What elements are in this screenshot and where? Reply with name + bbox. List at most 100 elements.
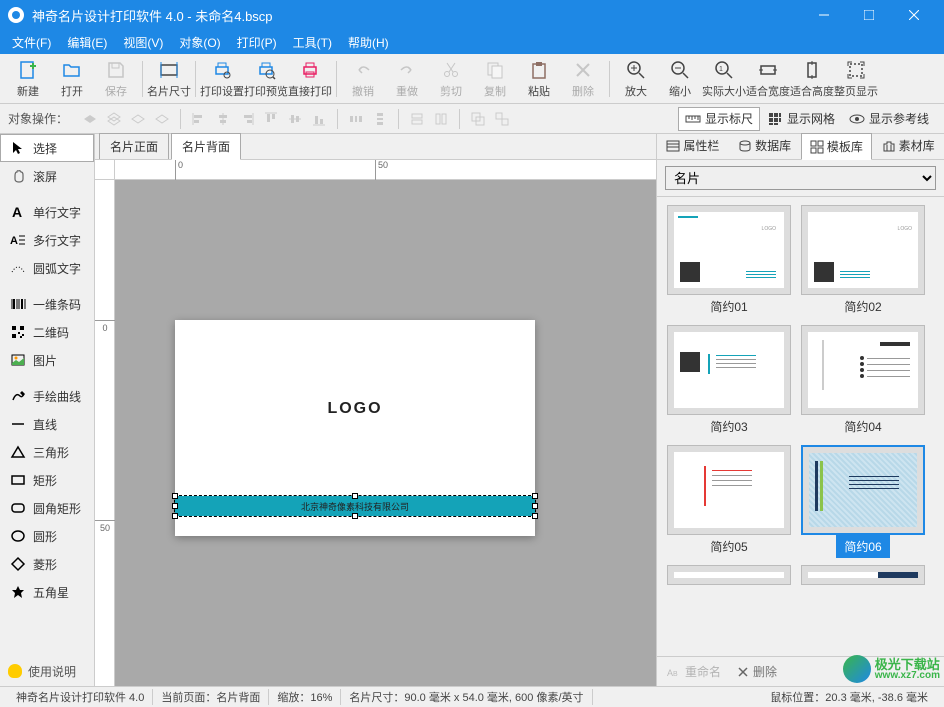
canvas-area: 名片正面 名片背面 0 50 0 50 LOGO 北京神奇像素科技有限公司 xyxy=(95,134,656,686)
tab-properties[interactable]: 属性栏 xyxy=(657,132,729,159)
ruler-horizontal[interactable]: 0 50 xyxy=(115,160,656,180)
show-guide-toggle[interactable]: 显示参考线 xyxy=(842,107,936,131)
menubar: 文件(F) 编辑(E) 视图(V) 对象(O) 打印(P) 工具(T) 帮助(H… xyxy=(0,30,944,54)
printset-button[interactable]: 打印设置 xyxy=(200,55,244,103)
menu-view[interactable]: 视图(V) xyxy=(115,34,171,51)
show-ruler-toggle[interactable]: 显示标尺 xyxy=(678,107,760,131)
paste-button[interactable]: 粘贴 xyxy=(517,55,561,103)
new-button[interactable]: 新建 xyxy=(6,55,50,103)
tab-template[interactable]: 模板库 xyxy=(801,133,873,160)
tool-barcode[interactable]: 一维条码 xyxy=(0,290,94,318)
align-bottom-icon[interactable] xyxy=(307,107,331,131)
copy-button[interactable]: 复制 xyxy=(473,55,517,103)
delete-template-button[interactable]: 删除 xyxy=(737,663,777,680)
ungroup-icon[interactable] xyxy=(490,107,514,131)
tool-freehand[interactable]: 手绘曲线 xyxy=(0,382,94,410)
zoomout-button[interactable]: 缩小 xyxy=(658,55,702,103)
menu-object[interactable]: 对象(O) xyxy=(171,34,228,51)
layer-up-icon[interactable] xyxy=(126,107,150,131)
object-ops-label: 对象操作： xyxy=(8,110,68,127)
svg-text:A: A xyxy=(10,235,18,247)
tab-card-front[interactable]: 名片正面 xyxy=(99,133,169,159)
same-width-icon[interactable] xyxy=(405,107,429,131)
help-link[interactable]: 使用说明 xyxy=(0,656,94,686)
save-button[interactable]: 保存 xyxy=(94,55,138,103)
card-company-bar[interactable]: 北京神奇像素科技有限公司 xyxy=(175,496,535,516)
tool-image[interactable]: 图片 xyxy=(0,346,94,374)
tool-text-arc[interactable]: 圆弧文字 xyxy=(0,254,94,282)
cut-button[interactable]: 剪切 xyxy=(429,55,473,103)
tool-text-multi[interactable]: A多行文字 xyxy=(0,226,94,254)
ruler-vertical[interactable]: 0 50 xyxy=(95,180,115,686)
align-center-h-icon[interactable] xyxy=(211,107,235,131)
tool-diamond[interactable]: 菱形 xyxy=(0,550,94,578)
watermark-logo-icon xyxy=(843,655,871,683)
maximize-button[interactable] xyxy=(846,0,891,30)
show-grid-toggle[interactable]: 显示网格 xyxy=(760,107,842,131)
menu-tools[interactable]: 工具(T) xyxy=(285,34,340,51)
menu-file[interactable]: 文件(F) xyxy=(4,34,59,51)
window-title: 神奇名片设计打印软件 4.0 - 未命名4.bscp xyxy=(32,6,801,25)
open-button[interactable]: 打开 xyxy=(50,55,94,103)
card-logo-text[interactable]: LOGO xyxy=(175,400,535,418)
printpreview-button[interactable]: 打印预览 xyxy=(244,55,288,103)
zoomin-button[interactable]: 放大 xyxy=(614,55,658,103)
align-center-v-icon[interactable] xyxy=(283,107,307,131)
template-item-02[interactable]: LOGO 简约02 xyxy=(801,205,925,321)
tool-ellipse[interactable]: 圆形 xyxy=(0,522,94,550)
tool-pan[interactable]: 滚屏 xyxy=(0,162,94,190)
menu-edit[interactable]: 编辑(E) xyxy=(59,34,115,51)
menu-help[interactable]: 帮助(H) xyxy=(340,34,397,51)
template-item-01[interactable]: LOGO 简约01 xyxy=(667,205,791,321)
printdirect-button[interactable]: 直接打印 xyxy=(288,55,332,103)
tab-database[interactable]: 数据库 xyxy=(729,132,801,159)
menu-print[interactable]: 打印(P) xyxy=(229,34,285,51)
template-item-08[interactable] xyxy=(801,565,925,585)
same-height-icon[interactable] xyxy=(429,107,453,131)
svg-text:B: B xyxy=(673,671,678,678)
tool-star[interactable]: 五角星 xyxy=(0,578,94,606)
layer-front-icon[interactable] xyxy=(78,107,102,131)
actualsize-button[interactable]: 1实际大小 xyxy=(702,55,746,103)
canvas-viewport[interactable]: LOGO 北京神奇像素科技有限公司 xyxy=(115,180,656,686)
redo-button[interactable]: 重做 xyxy=(385,55,429,103)
template-grid[interactable]: LOGO 简约01 LOGO 简约02 简约03 简约04 xyxy=(657,197,944,656)
fitpage-button[interactable]: 整页显示 xyxy=(834,55,878,103)
tool-rect[interactable]: 矩形 xyxy=(0,466,94,494)
template-item-03[interactable]: 简约03 xyxy=(667,325,791,441)
tool-text-single[interactable]: A单行文字 xyxy=(0,198,94,226)
align-right-icon[interactable] xyxy=(235,107,259,131)
group-icon[interactable] xyxy=(466,107,490,131)
rename-template-button[interactable]: AB重命名 xyxy=(667,663,721,680)
template-category-select[interactable]: 名片 xyxy=(665,166,936,190)
status-mouse: 鼠标位置：20.3 毫米, -38.6 毫米 xyxy=(762,689,936,705)
align-top-icon[interactable] xyxy=(259,107,283,131)
ruler-corner xyxy=(95,160,115,180)
tool-qrcode[interactable]: 二维码 xyxy=(0,318,94,346)
template-item-04[interactable]: 简约04 xyxy=(801,325,925,441)
minimize-button[interactable] xyxy=(801,0,846,30)
align-left-icon[interactable] xyxy=(187,107,211,131)
delete-button[interactable]: 删除 xyxy=(561,55,605,103)
tab-card-back[interactable]: 名片背面 xyxy=(171,133,241,160)
tab-material[interactable]: 素材库 xyxy=(872,132,944,159)
distribute-h-icon[interactable] xyxy=(344,107,368,131)
undo-button[interactable]: 撤销 xyxy=(341,55,385,103)
template-item-06[interactable]: 简约06 xyxy=(801,445,925,561)
canvas-card[interactable]: LOGO 北京神奇像素科技有限公司 xyxy=(175,320,535,536)
tool-roundrect[interactable]: 圆角矩形 xyxy=(0,494,94,522)
fitwidth-button[interactable]: 适合宽度 xyxy=(746,55,790,103)
tool-select[interactable]: 选择 xyxy=(0,134,94,162)
template-item-07[interactable] xyxy=(667,565,791,585)
statusbar: 神奇名片设计打印软件 4.0 当前页面：名片背面 缩放：16% 名片尺寸：90.… xyxy=(0,686,944,707)
cardsize-button[interactable]: 名片尺寸 xyxy=(147,55,191,103)
distribute-v-icon[interactable] xyxy=(368,107,392,131)
tool-triangle[interactable]: 三角形 xyxy=(0,438,94,466)
tool-line[interactable]: 直线 xyxy=(0,410,94,438)
fitheight-button[interactable]: 适合高度 xyxy=(790,55,834,103)
layer-down-icon[interactable] xyxy=(150,107,174,131)
titlebar: 神奇名片设计打印软件 4.0 - 未命名4.bscp xyxy=(0,0,944,30)
close-button[interactable] xyxy=(891,0,936,30)
layer-back-icon[interactable] xyxy=(102,107,126,131)
template-item-05[interactable]: 简约05 xyxy=(667,445,791,561)
